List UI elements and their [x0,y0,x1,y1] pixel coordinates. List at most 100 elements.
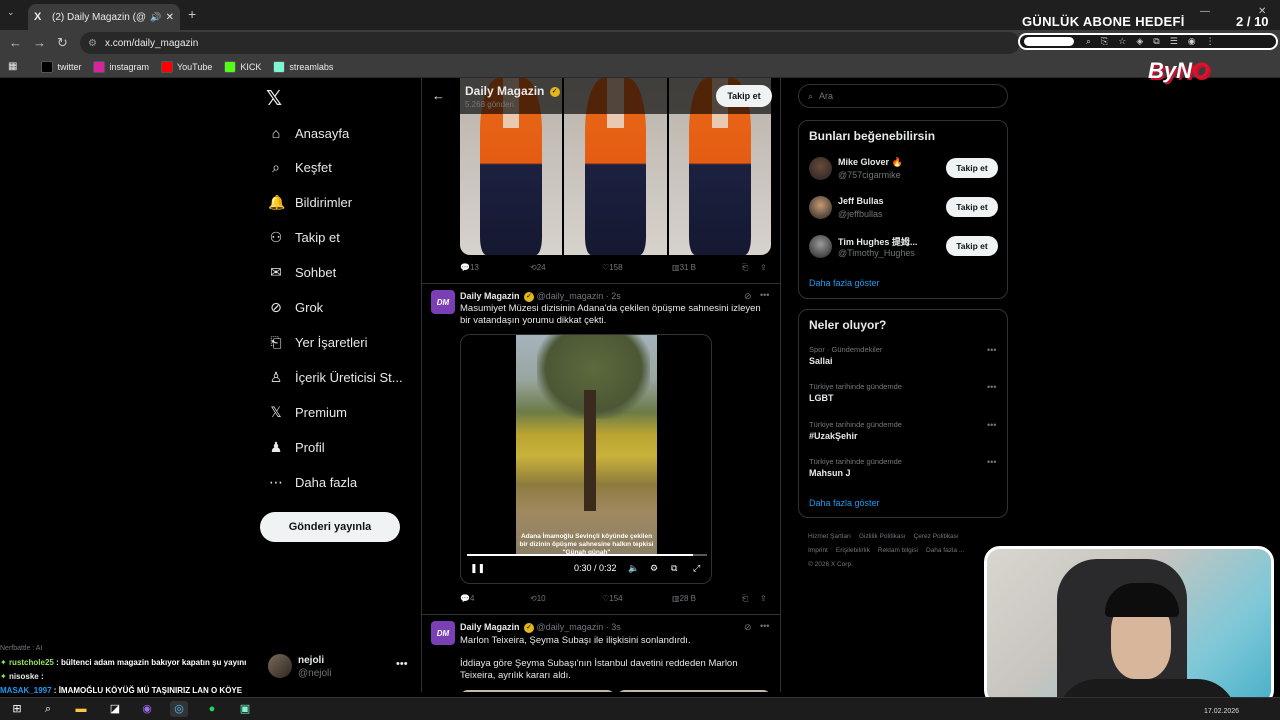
x-favicon-icon: X [34,11,42,23]
browser-tab[interactable]: X (2) Daily Magazin (@daily_m 🔊 ✕ [28,4,180,30]
apps-icon[interactable]: ▦ [8,61,17,72]
trend-item[interactable]: Türkiye tarihinde gündemde LGBT ••• [809,382,999,410]
bookmark-icon[interactable]: ⎗ [742,263,748,273]
user-handle: @757cigarmike [838,170,901,180]
streamlabs-icon[interactable]: ▣ [236,701,254,717]
profile-header: ← Daily Magazin ✓ 5.268 gönderi Takip et [422,78,780,114]
bookmark-youtube[interactable]: YouTube [160,60,212,73]
picture-in-picture-icon[interactable]: ⧉ [671,563,677,574]
follow-button[interactable]: Takip et [716,85,772,107]
speaker-icon[interactable]: 🔊 [150,12,161,23]
back-arrow-icon[interactable]: ← [432,88,445,103]
zoom-icon[interactable]: ⌕ [1086,36,1091,47]
chrome-icon[interactable]: ◎ [170,701,188,717]
show-more-link[interactable]: Daha fazla göster [809,498,880,508]
bookmark-kick[interactable]: KICK [224,60,261,73]
reply-button[interactable]: 💬 4 [460,594,474,603]
video-progress-bar[interactable] [467,554,707,556]
user-handle: @jeffbullas [838,209,883,219]
retweet-button[interactable]: ⟲ 10 [530,594,546,603]
star-icon[interactable]: ☆ [1118,36,1126,47]
search-input[interactable]: ⌕ Ara [798,84,1008,108]
profile-icon[interactable]: ◉ [1188,36,1196,47]
views-count[interactable]: ▥ 28 B [672,594,696,603]
file-explorer-icon[interactable]: ▬ [72,701,90,717]
like-button[interactable]: ♡ 158 [602,263,623,272]
footer-link[interactable]: Imprint [808,547,828,554]
settings-icon[interactable]: ⚙ [650,563,658,574]
goal-progress-fill [1024,37,1074,46]
footer-link[interactable]: Hizmet Şartları [808,533,851,540]
share-icon[interactable]: ⇪ [760,594,767,603]
retweet-button[interactable]: ⟲ 24 [530,263,546,272]
tweet-image-grid[interactable] [460,690,771,692]
x-icon: 𝕏 [270,403,282,420]
discord-icon[interactable]: ◉ [138,701,156,717]
install-icon[interactable]: ⎘ [1101,36,1108,47]
trend-item[interactable]: Türkiye tarihinde gündemde Mahsun J ••• [809,457,999,485]
footer-link: © 2026 X Corp. [808,561,853,568]
grok-icon[interactable]: ⊘ [744,291,752,302]
footer-link[interactable]: Çerez Politikası [914,533,959,540]
reading-list-icon[interactable]: ☰ [1170,36,1178,47]
fullscreen-icon[interactable]: ⤢ [693,563,700,574]
user-name: Mike Glover 🔥 [838,157,903,167]
nav-item-label: Premium [295,404,348,420]
reply-button[interactable]: 💬 13 [460,263,479,272]
menu-icon[interactable]: ⋮ [1206,36,1215,47]
bookmark-icon[interactable]: ⎗ [742,594,748,604]
footer-link[interactable]: Erişilebilirlik [836,547,870,554]
minimize-icon[interactable]: — [1200,6,1210,17]
follow-button[interactable]: Takip et [946,236,998,256]
more-icon[interactable]: ••• [987,345,996,355]
share-icon[interactable]: ⇪ [760,263,767,272]
video-frame[interactable] [516,335,657,555]
app-icon[interactable]: ◪ [106,701,124,717]
grok-icon: ⊘ [270,299,282,315]
bookmark-twitter[interactable]: twitter [41,60,81,73]
more-icon[interactable]: ••• [760,290,769,300]
video-player[interactable]: Adana İmamoğlu Sevinçli köyünde çekilen … [460,334,712,584]
windows-start-icon[interactable]: ⊞ [8,701,26,717]
more-icon[interactable]: ••• [760,621,769,631]
views-count[interactable]: ▥ 31 B [672,263,696,272]
volume-icon[interactable]: 🔈 [628,563,639,574]
forward-arrow-icon[interactable]: → [33,35,46,50]
spotify-icon[interactable]: ● [203,701,221,717]
search-icon[interactable]: ⌕ [39,701,57,717]
footer-link[interactable]: Daha fazla ... [926,547,964,554]
bookmark-streamlabs[interactable]: streamlabs [273,60,333,73]
footer-link[interactable]: Gizlilik Politikası [859,533,906,540]
user-name: Jeff Bullas [838,196,884,206]
like-button[interactable]: ♡ 154 [602,594,623,603]
trend-item[interactable]: Spor · Gündemdekiler Sallai ••• [809,345,999,373]
bookmark-instagram[interactable]: instagram [93,60,149,73]
pause-icon[interactable]: ❚❚ [470,563,485,574]
extension-icon[interactable]: ◈ [1136,36,1143,47]
more-icon[interactable]: ••• [987,420,996,430]
reload-icon[interactable]: ↻ [57,35,68,51]
grok-icon[interactable]: ⊘ [744,622,752,633]
new-tab-icon[interactable]: + [188,6,196,22]
more-icon[interactable]: ••• [987,457,996,467]
footer-link[interactable]: Reklam bilgisi [878,547,918,554]
more-icon[interactable]: ••• [396,658,408,670]
puzzle-icon[interactable]: ⧉ [1153,36,1159,47]
suggested-user[interactable]: Tim Hughes 提姆... @Timothy_Hughes Takip et [809,234,999,260]
account-switcher[interactable]: nejoli @nejoli ••• [268,654,413,682]
suggested-user[interactable]: Jeff Bullas @jeffbullas Takip et [809,195,999,221]
more-icon[interactable]: ••• [987,382,996,392]
back-arrow-icon[interactable]: ← [9,35,22,50]
follow-button[interactable]: Takip et [946,158,998,178]
address-bar[interactable]: ⚙ x.com/daily_magazin [80,32,1020,54]
suggested-user[interactable]: Mike Glover 🔥 @757cigarmike Takip et [809,156,999,182]
trend-item[interactable]: Türkiye tarihinde gündemde #UzakŞehir ••• [809,420,999,448]
show-more-link[interactable]: Daha fazla göster [809,278,880,288]
bookmark-icon: ⎗ [270,333,282,350]
post-button[interactable]: Gönderi yayınla [260,512,400,542]
tab-search-icon[interactable]: ⌄ [7,7,15,18]
follow-button[interactable]: Takip et [946,197,998,217]
x-logo-icon[interactable]: 𝕏 [266,86,282,111]
site-info-icon[interactable]: ⚙ [88,38,97,49]
close-tab-icon[interactable]: ✕ [166,12,174,23]
